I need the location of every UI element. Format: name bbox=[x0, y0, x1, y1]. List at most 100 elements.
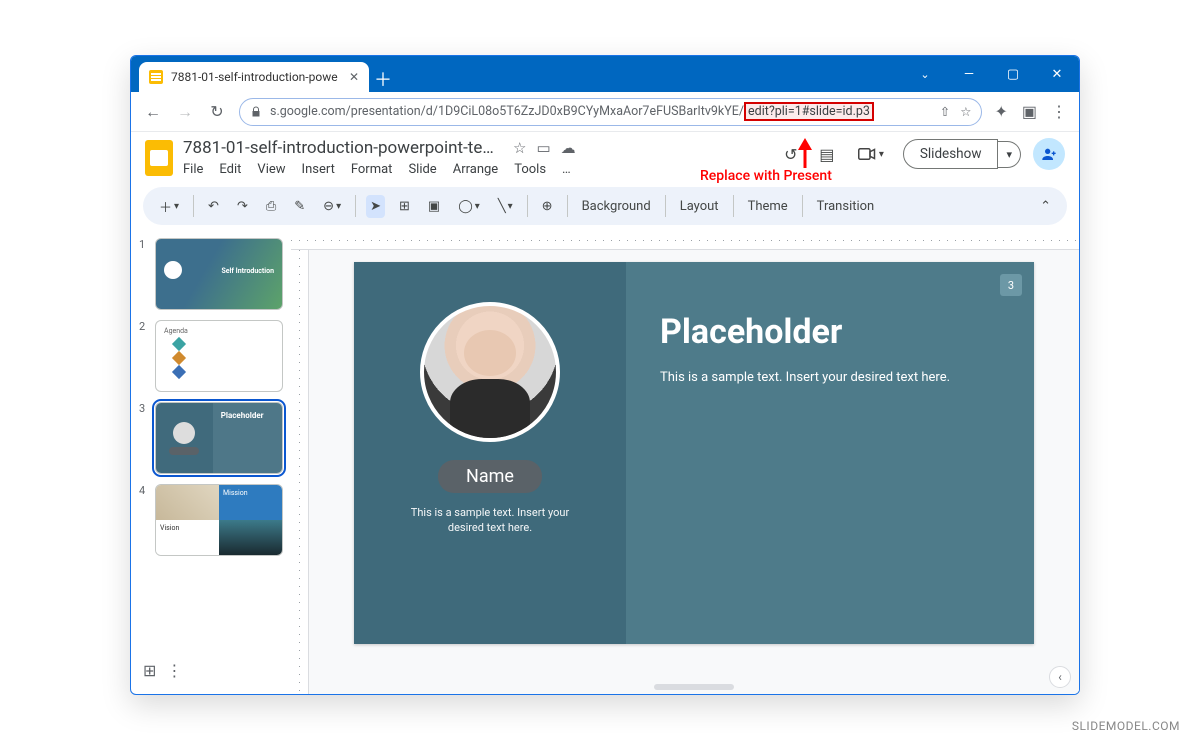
chrome-menu-icon[interactable]: ⋮ bbox=[1051, 102, 1067, 121]
slide-stage[interactable]: Name This is a sample text. Insert your … bbox=[309, 250, 1079, 694]
name-pill[interactable]: Name bbox=[438, 460, 542, 493]
layout-button[interactable]: Layout bbox=[676, 197, 723, 216]
menu-edit[interactable]: Edit bbox=[219, 162, 241, 177]
new-slide-button[interactable]: ＋▾ bbox=[155, 195, 183, 218]
nav-back-icon[interactable]: ← bbox=[143, 102, 163, 122]
slide-thumbnail-4[interactable]: Mission Vision bbox=[155, 484, 283, 556]
app-header: 7881-01-self-introduction-powerpoint-tem… bbox=[131, 132, 1079, 177]
horizontal-ruler bbox=[291, 232, 1079, 250]
undo-icon[interactable]: ↶ bbox=[204, 197, 223, 216]
grid-view-icon[interactable]: ⊞ bbox=[143, 661, 156, 680]
slide-thumbnail-3[interactable]: Placeholder bbox=[155, 402, 283, 474]
meet-camera-dropdown[interactable]: ▾ bbox=[851, 142, 891, 166]
slide-right-panel: 3 Placeholder This is a sample text. Ins… bbox=[626, 262, 1034, 644]
version-history-icon[interactable]: ↺ bbox=[779, 142, 803, 166]
tab-close-icon[interactable]: ✕ bbox=[349, 70, 359, 84]
thumb3-label: Placeholder bbox=[221, 411, 274, 420]
new-tab-button[interactable]: ＋ bbox=[369, 66, 397, 92]
shape-dropdown[interactable]: ◯▾ bbox=[454, 197, 484, 216]
window-close-icon[interactable]: ✕ bbox=[1035, 56, 1079, 92]
page-number-badge: 3 bbox=[1000, 274, 1022, 296]
hide-menus-icon[interactable]: ⌃ bbox=[1036, 197, 1055, 216]
print-icon[interactable]: ⎙ bbox=[262, 197, 280, 216]
window-controls: ⌄ — ▢ ✕ bbox=[903, 56, 1079, 92]
omnibox[interactable]: s.google.com/presentation/d/1D9CiL08o5T6… bbox=[239, 98, 982, 126]
line-dropdown[interactable]: ╲▾ bbox=[494, 197, 517, 216]
background-button[interactable]: Background bbox=[578, 197, 655, 216]
explore-button[interactable]: ‹ bbox=[1049, 666, 1071, 688]
browser-actions: ✦ ▣ ⋮ bbox=[994, 102, 1067, 121]
url-text: s.google.com/presentation/d/1D9CiL08o5T6… bbox=[270, 104, 874, 119]
doc-cloud-icon[interactable]: ☁ bbox=[561, 139, 576, 157]
doc-move-icon[interactable]: ▭ bbox=[536, 139, 550, 157]
vertical-ruler bbox=[291, 250, 309, 694]
slide-left-panel: Name This is a sample text. Insert your … bbox=[354, 262, 626, 644]
menubar: File Edit View Insert Format Slide Arran… bbox=[183, 162, 769, 177]
redo-icon[interactable]: ↷ bbox=[233, 197, 252, 216]
insert-image-icon[interactable]: ▣ bbox=[424, 197, 444, 216]
share-page-icon[interactable]: ⇧ bbox=[940, 104, 950, 120]
thumb-number: 2 bbox=[139, 320, 149, 333]
left-description[interactable]: This is a sample text. Insert your desir… bbox=[410, 505, 570, 536]
nav-reload-icon[interactable]: ↻ bbox=[207, 102, 227, 121]
google-slides-logo-icon[interactable] bbox=[145, 140, 173, 176]
slide-panel: 1 Self Introduction 2 Agenda 3 Placeh bbox=[131, 232, 291, 694]
document-title[interactable]: 7881-01-self-introduction-powerpoint-tem… bbox=[183, 138, 503, 158]
thumb-number: 3 bbox=[139, 402, 149, 415]
menu-tools[interactable]: Tools bbox=[514, 162, 546, 177]
thumb4-vision: Vision bbox=[156, 520, 219, 555]
slide-canvas[interactable]: Name This is a sample text. Insert your … bbox=[354, 262, 1034, 644]
avatar-image[interactable] bbox=[420, 302, 560, 442]
thumbs-footer: ⊞ ⋮ bbox=[139, 653, 283, 688]
slideshow-dropdown[interactable]: ▾ bbox=[998, 141, 1021, 168]
window-minimize-icon[interactable]: — bbox=[947, 56, 991, 92]
thumb-number: 4 bbox=[139, 484, 149, 497]
share-button[interactable] bbox=[1033, 138, 1065, 170]
slides-favicon-icon bbox=[149, 70, 163, 84]
window-maximize-icon[interactable]: ▢ bbox=[991, 56, 1035, 92]
person-add-icon bbox=[1041, 146, 1057, 162]
extensions-icon[interactable]: ✦ bbox=[994, 102, 1007, 121]
zoom-dropdown[interactable]: ⊖▾ bbox=[319, 197, 345, 216]
nav-forward-icon[interactable]: → bbox=[175, 102, 195, 122]
menu-more[interactable]: … bbox=[562, 162, 571, 177]
menu-slide[interactable]: Slide bbox=[408, 162, 436, 177]
bookmark-star-icon[interactable]: ☆ bbox=[960, 104, 971, 120]
address-bar-row: ← → ↻ s.google.com/presentation/d/1D9CiL… bbox=[131, 92, 1079, 132]
slide-thumbnail-1[interactable]: Self Introduction bbox=[155, 238, 283, 310]
doc-star-icon[interactable]: ☆ bbox=[513, 139, 526, 157]
tab-search-icon[interactable]: ⌄ bbox=[903, 56, 947, 92]
toolbar: ＋▾ ↶ ↷ ⎙ ✎ ⊖▾ ➤ ⊞ ▣ ◯▾ ╲▾ ⊕ Background L… bbox=[143, 187, 1067, 225]
slide-title[interactable]: Placeholder bbox=[660, 312, 1000, 352]
speaker-notes-handle[interactable] bbox=[654, 684, 734, 690]
watermark: SLIDEMODEL.COM bbox=[1072, 719, 1180, 733]
thumb2-label: Agenda bbox=[164, 327, 188, 335]
menu-insert[interactable]: Insert bbox=[302, 162, 335, 177]
slide-thumbnail-2[interactable]: Agenda bbox=[155, 320, 283, 392]
camera-icon bbox=[858, 147, 876, 161]
thumb4-mission: Mission bbox=[219, 485, 282, 520]
browser-tab[interactable]: 7881-01-self-introduction-powe ✕ bbox=[139, 62, 369, 92]
chevron-down-icon: ▾ bbox=[879, 149, 884, 160]
transition-button[interactable]: Transition bbox=[813, 197, 879, 216]
add-comment-icon[interactable]: ⊕ bbox=[538, 197, 557, 216]
slide-subtitle[interactable]: This is a sample text. Insert your desir… bbox=[660, 370, 1000, 385]
canvas-area: Name This is a sample text. Insert your … bbox=[291, 232, 1079, 694]
menu-view[interactable]: View bbox=[257, 162, 285, 177]
menu-format[interactable]: Format bbox=[351, 162, 393, 177]
url-highlight: edit?pli=1#slide=id.p3 bbox=[744, 102, 874, 121]
comments-icon[interactable]: ▤ bbox=[815, 142, 839, 166]
paint-format-icon[interactable]: ✎ bbox=[290, 197, 309, 216]
menu-file[interactable]: File bbox=[183, 162, 203, 177]
titlebar: 7881-01-self-introduction-powe ✕ ＋ ⌄ — ▢… bbox=[131, 56, 1079, 92]
theme-button[interactable]: Theme bbox=[744, 197, 792, 216]
slideshow-button[interactable]: Slideshow bbox=[903, 139, 999, 169]
lock-icon bbox=[250, 106, 262, 118]
thumb-number: 1 bbox=[139, 238, 149, 251]
menu-arrange[interactable]: Arrange bbox=[453, 162, 498, 177]
workspace: 1 Self Introduction 2 Agenda 3 Placeh bbox=[131, 231, 1079, 694]
textbox-icon[interactable]: ⊞ bbox=[395, 197, 414, 216]
apps-icon[interactable]: ▣ bbox=[1022, 102, 1037, 121]
thumbs-more-icon[interactable]: ⋮ bbox=[166, 661, 182, 680]
select-tool-icon[interactable]: ➤ bbox=[366, 195, 385, 218]
